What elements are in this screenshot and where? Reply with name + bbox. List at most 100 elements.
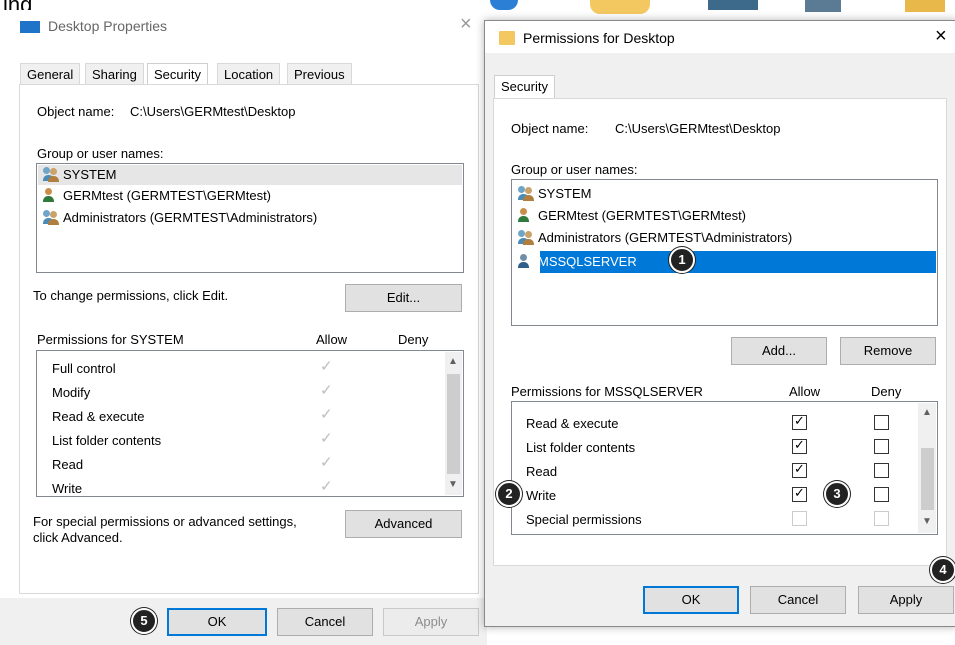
- list-item[interactable]: SYSTEM: [518, 186, 591, 201]
- step-badge: 3: [824, 481, 850, 507]
- permission-row: Write: [526, 488, 557, 503]
- deny-checkbox[interactable]: [874, 463, 889, 478]
- apply-button[interactable]: Apply: [383, 608, 479, 636]
- list-item[interactable]: GERMtest (GERMTEST\GERMtest): [518, 208, 746, 223]
- add-button[interactable]: Add...: [731, 337, 827, 365]
- list-item[interactable]: GERMtest (GERMTEST\GERMtest): [43, 188, 271, 203]
- change-permissions-text: To change permissions, click Edit.: [33, 288, 229, 303]
- deny-checkbox[interactable]: [874, 487, 889, 502]
- object-name-value: C:\Users\GERMtest\Desktop: [615, 121, 781, 136]
- object-name-value: C:\Users\GERMtest\Desktop: [130, 104, 296, 119]
- tab-sharing[interactable]: Sharing: [85, 63, 144, 85]
- allow-check-icon: ✓: [320, 430, 333, 447]
- scrollbar[interactable]: ▲ ▼: [918, 403, 936, 533]
- allow-checkbox: [792, 511, 807, 526]
- allow-checkbox[interactable]: ✓: [792, 413, 807, 430]
- permissions-dialog: Permissions for Desktop × Security Objec…: [484, 20, 955, 627]
- allow-checkbox[interactable]: ✓: [792, 437, 807, 454]
- scroll-down-icon[interactable]: ▼: [919, 516, 935, 527]
- special-text: click Advanced.: [33, 530, 123, 545]
- permissions-header: Permissions for MSSQLSERVER: [511, 384, 703, 399]
- desktop-properties-window: Desktop Properties × General Sharing Sec…: [0, 10, 487, 645]
- deny-checkbox[interactable]: [874, 439, 889, 454]
- permission-row: Write: [52, 481, 83, 496]
- allow-check-icon: ✓: [320, 358, 333, 375]
- permission-row: Read: [526, 464, 558, 479]
- step-badge: 4: [930, 557, 955, 583]
- permissions-header: Permissions for SYSTEM: [37, 332, 184, 347]
- folder-icon: [499, 31, 515, 45]
- permissions-list[interactable]: Full control Modify Read & execute List …: [36, 350, 464, 497]
- ok-button[interactable]: OK: [167, 608, 267, 636]
- permission-row: Modify: [52, 385, 91, 400]
- deny-checkbox[interactable]: [874, 415, 889, 430]
- cancel-button[interactable]: Cancel: [277, 608, 373, 636]
- scroll-up-icon[interactable]: ▲: [919, 407, 935, 418]
- remove-button[interactable]: Remove: [840, 337, 936, 365]
- tab-location[interactable]: Location: [217, 63, 281, 85]
- list-item[interactable]: Administrators (GERMTEST\Administrators): [43, 210, 317, 225]
- title-bar: Desktop Properties ×: [0, 10, 487, 40]
- scroll-thumb[interactable]: [447, 374, 460, 474]
- deny-header: Deny: [871, 384, 902, 399]
- background-icons: [490, 0, 955, 18]
- permissions-list[interactable]: Read & execute List folder contents Read…: [511, 401, 938, 535]
- title-bar: Permissions for Desktop ×: [485, 21, 955, 53]
- pencil-folder-icon: [905, 0, 945, 12]
- group-label: Group or user names:: [511, 162, 638, 177]
- object-name-label: Object name:: [37, 104, 115, 119]
- permission-row: Read & execute: [52, 409, 145, 424]
- special-text: For special permissions or advanced sett…: [33, 514, 297, 529]
- tab-general[interactable]: General: [20, 63, 81, 85]
- tab-security[interactable]: Security: [494, 75, 555, 100]
- group-label: Group or user names:: [37, 146, 164, 161]
- folder-icon: [590, 0, 650, 14]
- user-list[interactable]: SYSTEM GERMtest (GERMTEST\GERMtest) Admi…: [36, 163, 464, 273]
- permission-row: Full control: [52, 361, 116, 376]
- blue-folder-icon: [490, 0, 518, 10]
- object-name-label: Object name:: [511, 121, 589, 136]
- group-icon: [43, 210, 59, 225]
- deny-header: Deny: [398, 332, 429, 347]
- user-icon: [518, 254, 534, 268]
- user-icon: [43, 188, 59, 202]
- allow-checkbox[interactable]: ✓: [792, 461, 807, 478]
- list-item[interactable]: SYSTEM: [43, 167, 116, 182]
- user-list[interactable]: SYSTEM GERMtest (GERMTEST\GERMtest) Admi…: [511, 179, 938, 326]
- edit-button[interactable]: Edit...: [345, 284, 462, 312]
- window-icon: [20, 21, 40, 33]
- user-group-icon: [805, 0, 841, 12]
- apply-button[interactable]: Apply: [858, 586, 954, 614]
- permission-row: Special permissions: [526, 512, 642, 527]
- allow-check-icon: ✓: [320, 454, 333, 471]
- allow-check-icon: ✓: [320, 478, 333, 495]
- step-badge: 1: [669, 247, 695, 273]
- cancel-button[interactable]: Cancel: [750, 586, 846, 614]
- scroll-down-icon[interactable]: ▼: [445, 479, 461, 490]
- allow-check-icon: ✓: [320, 406, 333, 423]
- allow-header: Allow: [789, 384, 821, 399]
- close-icon[interactable]: ×: [935, 25, 947, 48]
- scroll-up-icon[interactable]: ▲: [445, 356, 461, 367]
- list-item[interactable]: MSSQLSERVER: [518, 254, 637, 269]
- permission-row: List folder contents: [52, 433, 162, 448]
- scroll-thumb[interactable]: [921, 448, 934, 510]
- window-title: Desktop Properties: [48, 18, 168, 34]
- group-icon: [518, 230, 534, 245]
- scrollbar[interactable]: ▲ ▼: [445, 352, 462, 495]
- user-icon: [518, 208, 534, 222]
- group-icon: [518, 186, 534, 201]
- permission-row: Read: [52, 457, 84, 472]
- advanced-button[interactable]: Advanced: [345, 510, 462, 538]
- permission-row: Read & execute: [526, 416, 619, 431]
- allow-checkbox[interactable]: ✓: [792, 485, 807, 502]
- list-item[interactable]: Administrators (GERMTEST\Administrators): [518, 230, 792, 245]
- deny-checkbox: [874, 511, 889, 526]
- allow-check-icon: ✓: [320, 382, 333, 399]
- group-icon: [43, 167, 59, 182]
- allow-header: Allow: [316, 332, 348, 347]
- step-badge: 2: [496, 481, 522, 507]
- close-icon[interactable]: ×: [460, 13, 472, 36]
- window-title: Permissions for Desktop: [523, 30, 675, 46]
- ok-button[interactable]: OK: [643, 586, 739, 614]
